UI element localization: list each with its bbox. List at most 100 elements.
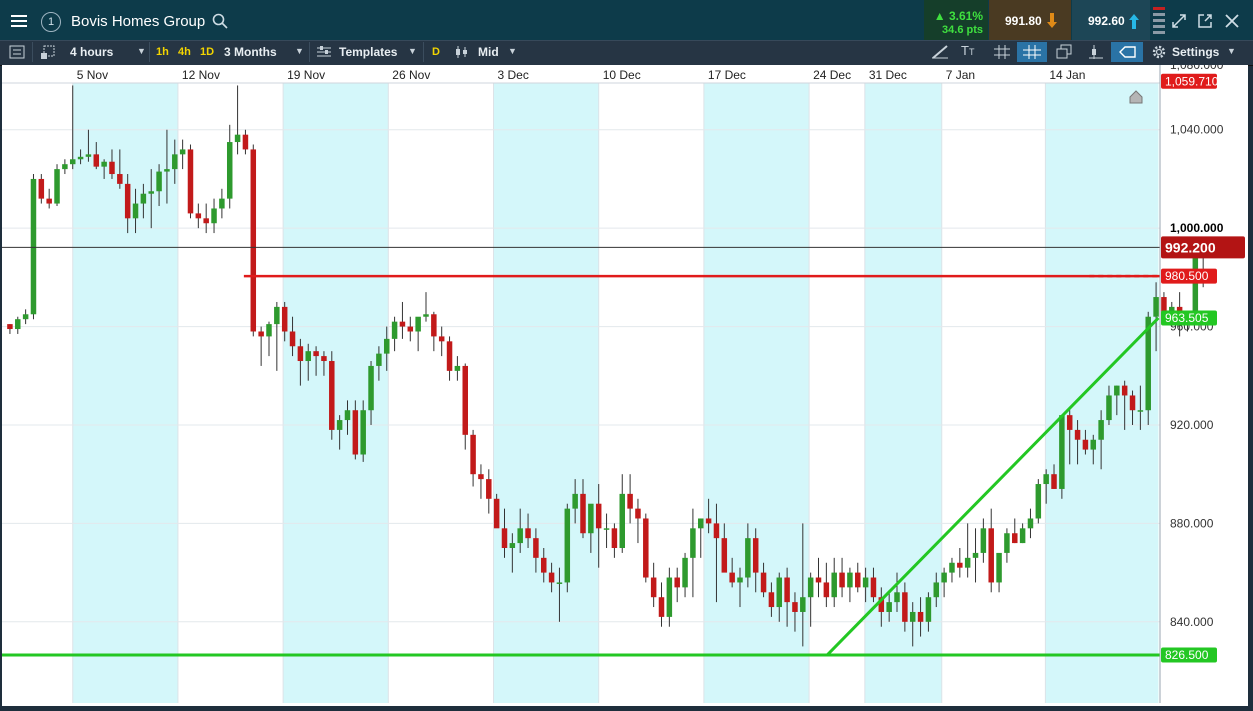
resistance-price-tag-label: 1,059.710	[1165, 74, 1219, 88]
grid-icon[interactable]	[994, 45, 1010, 59]
candle-body	[46, 198, 52, 204]
chevron-down-icon: ▼	[137, 46, 146, 56]
candle-body	[172, 154, 178, 170]
candle-body	[101, 161, 107, 167]
toolbar-divider	[309, 42, 310, 62]
chevron-down-icon: ▼	[295, 46, 304, 56]
settings-label: Settings	[1172, 45, 1220, 59]
candle-body	[1051, 474, 1057, 489]
week-shade-band	[1045, 83, 1159, 703]
candle-body	[258, 331, 264, 337]
price-chart[interactable]: 5 Nov 12 Nov 19 Nov 26 Nov 3 Dec 10 Dec 17 Dec…	[2, 58, 1248, 706]
layers-icon[interactable]	[1056, 44, 1072, 60]
candle-body	[250, 149, 257, 332]
list-icon[interactable]	[9, 45, 25, 59]
price-type-select[interactable]: Mid ▼	[478, 45, 517, 59]
candle-body	[383, 338, 390, 354]
depth-glyph	[1153, 7, 1165, 34]
candle-body	[517, 528, 523, 544]
interval-select[interactable]: 4 hours ▼	[70, 45, 146, 59]
candle-body	[454, 365, 461, 371]
candle-body	[352, 410, 359, 455]
search-icon[interactable]	[212, 13, 228, 29]
range-select[interactable]: 3 Months ▼	[224, 45, 304, 59]
draw-line-icon[interactable]	[931, 45, 949, 59]
price-type-label: Mid	[478, 45, 499, 59]
candle-body	[1090, 439, 1097, 450]
crosshair-select-icon[interactable]	[41, 45, 57, 59]
quick-interval-1d[interactable]: 1D	[200, 46, 214, 58]
depth-icon[interactable]	[1152, 5, 1166, 37]
candle-body	[7, 324, 13, 330]
x-tick-label: 14 Jan	[1049, 68, 1085, 82]
candle-body	[619, 493, 625, 548]
candle-body	[22, 314, 29, 320]
link-group-badge[interactable]: 1	[41, 12, 61, 32]
menu-icon[interactable]	[9, 11, 29, 31]
tag-icon[interactable]	[1111, 42, 1143, 62]
range-label: 3 Months	[224, 45, 277, 59]
y-tick-label: 920.000	[1170, 418, 1214, 432]
buy-button[interactable]: 992.60	[1072, 0, 1150, 40]
candle-body	[902, 592, 908, 622]
candle-body	[1121, 385, 1128, 396]
candle-body	[548, 572, 555, 583]
candle-body	[462, 365, 468, 435]
chart-canvas[interactable]: 5 Nov 12 Nov 19 Nov 26 Nov 3 Dec 10 Dec 17 Dec…	[2, 58, 1248, 706]
candle-body	[391, 321, 398, 339]
week-shading	[72, 83, 1159, 703]
candle-body	[705, 518, 712, 524]
candle-body	[297, 346, 304, 362]
candle-body	[996, 552, 1002, 583]
toolbar-divider	[149, 42, 150, 62]
candle-body	[870, 577, 877, 598]
candle-body	[690, 528, 696, 558]
candle-body	[1129, 395, 1136, 411]
settings-button[interactable]: Settings ▼	[1150, 43, 1248, 61]
candle-body	[85, 154, 92, 157]
candle-body	[745, 538, 751, 578]
sell-button[interactable]: 991.80	[989, 0, 1071, 40]
candle-body	[329, 361, 335, 430]
sliders-glyph	[317, 46, 331, 57]
instrument-title[interactable]: Bovis Homes Group	[71, 13, 205, 30]
chevron-down-icon: ▼	[1227, 46, 1236, 56]
candle-body	[815, 577, 822, 583]
quick-interval-4h[interactable]: 4h	[178, 46, 191, 58]
candle-body	[949, 562, 955, 573]
candle-body	[360, 410, 366, 455]
expand-icon[interactable]	[1171, 13, 1187, 29]
quick-interval-1h[interactable]: 1h	[156, 46, 169, 58]
candle-body	[438, 336, 445, 342]
candle-body	[234, 134, 241, 143]
candle-body	[281, 306, 288, 332]
candles-glyph	[456, 46, 467, 58]
y-tick-label: 880.000	[1170, 516, 1214, 530]
candle-body	[941, 572, 947, 583]
candle-body	[1059, 415, 1065, 489]
text-size-icon[interactable]: TT	[961, 43, 974, 58]
d-badge[interactable]: D	[432, 46, 440, 58]
x-tick-label: 26 Nov	[392, 68, 430, 82]
candle-body	[533, 538, 539, 558]
candle-body	[1043, 474, 1049, 485]
candle-body	[1012, 533, 1018, 544]
candle-body	[93, 154, 100, 167]
templates-button[interactable]: Templates ▼	[339, 45, 417, 59]
interval-label: 4 hours	[70, 45, 114, 59]
popout-icon[interactable]	[1197, 13, 1213, 29]
candle-body	[572, 493, 578, 509]
close-icon[interactable]	[1224, 13, 1240, 29]
candle-body	[431, 314, 437, 337]
crosshair-toggle-icon[interactable]	[1017, 42, 1047, 62]
candle-body	[470, 434, 476, 475]
candle-body	[289, 331, 296, 347]
candle-body	[1153, 297, 1159, 317]
indicator-icon[interactable]	[1088, 44, 1104, 60]
candle-body	[650, 577, 657, 598]
change-percent: ▲ 3.61%	[933, 9, 983, 23]
candle-body	[894, 592, 900, 603]
x-tick-label: 12 Nov	[182, 68, 220, 82]
candle-body	[925, 597, 932, 622]
candle-body	[525, 528, 531, 539]
